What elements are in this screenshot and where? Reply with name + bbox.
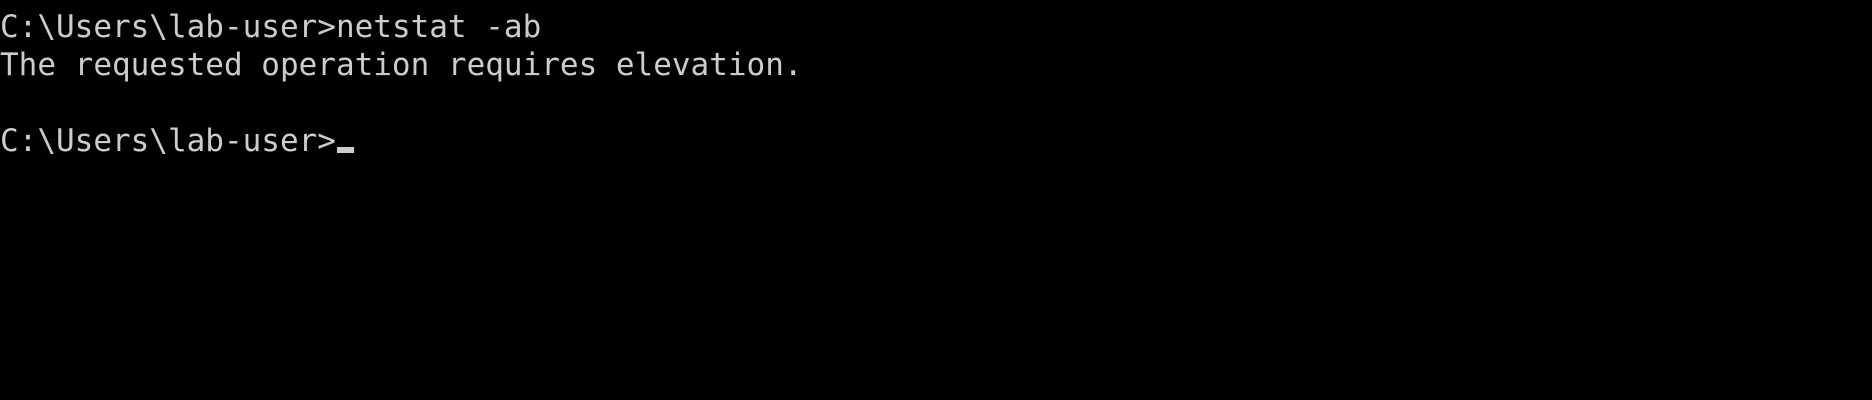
text-cursor: [336, 147, 354, 153]
command-prompt-console[interactable]: C:\Users\lab-user>netstat -ab The reques…: [0, 0, 1872, 400]
command-line: C:\Users\lab-user>netstat -ab: [0, 8, 1872, 46]
prompt: C:\Users\lab-user>: [0, 9, 336, 45]
active-command-line[interactable]: C:\Users\lab-user>: [0, 122, 1872, 160]
command-text: netstat -ab: [335, 9, 542, 45]
prompt: C:\Users\lab-user>: [0, 123, 336, 159]
output-line: The requested operation requires elevati…: [0, 47, 803, 83]
